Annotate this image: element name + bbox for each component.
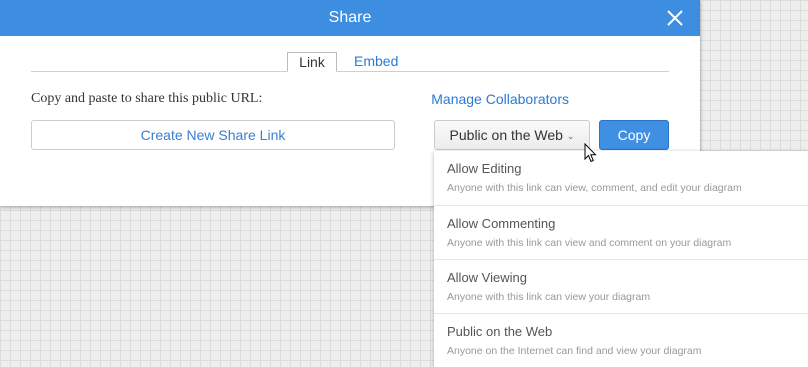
visibility-dropdown-button[interactable]: Public on the Web ⌄: [434, 120, 590, 150]
tab-embed[interactable]: Embed: [354, 52, 398, 72]
chevron-down-icon: ⌄: [566, 131, 575, 141]
menu-item-description: Anyone with this link can view, comment,…: [447, 182, 742, 194]
close-icon[interactable]: [664, 7, 686, 29]
mouse-pointer-icon: [584, 143, 597, 163]
menu-item-description: Anyone with this link can view your diag…: [447, 291, 651, 303]
menu-item-public-on-web[interactable]: Public on the Web Anyone on the Internet…: [434, 313, 808, 366]
menu-item-allow-commenting[interactable]: Allow Commenting Anyone with this link c…: [434, 205, 808, 258]
dialog-title: Share: [328, 9, 372, 26]
menu-item-allow-viewing[interactable]: Allow Viewing Anyone with this link can …: [434, 259, 808, 312]
manage-collaborators-link[interactable]: Manage Collaborators: [431, 91, 569, 107]
menu-item-label: Public on the Web: [447, 324, 553, 339]
create-share-link-button[interactable]: Create New Share Link: [31, 120, 395, 150]
visibility-dropdown-menu: Allow Editing Anyone with this link can …: [434, 151, 808, 367]
copy-url-label: Copy and paste to share this public URL:: [31, 91, 263, 106]
menu-item-allow-editing[interactable]: Allow Editing Anyone with this link can …: [434, 151, 808, 204]
visibility-label: Public on the Web: [449, 127, 563, 143]
menu-item-label: Allow Commenting: [447, 216, 556, 231]
menu-item-description: Anyone on the Internet can find and view…: [447, 345, 702, 357]
dialog-titlebar: Share: [0, 0, 700, 36]
menu-item-label: Allow Viewing: [447, 270, 527, 285]
tabs-divider: [31, 71, 669, 72]
menu-item-label: Allow Editing: [447, 161, 522, 176]
tab-link[interactable]: Link: [287, 52, 337, 72]
copy-button[interactable]: Copy: [599, 120, 669, 150]
menu-item-description: Anyone with this link can view and comme…: [447, 237, 732, 249]
